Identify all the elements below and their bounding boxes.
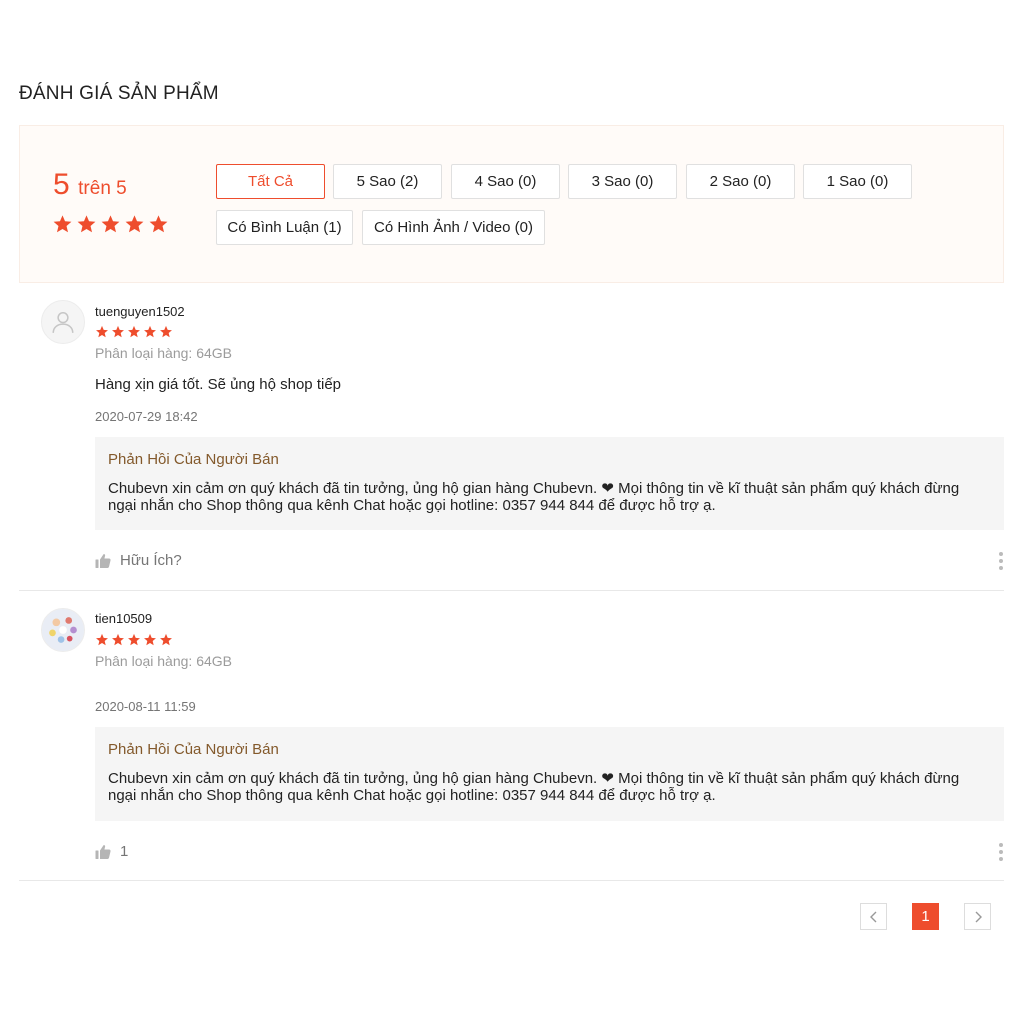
review-comment: Hàng xịn giá tốt. Sẽ ủng hộ shop tiếp xyxy=(95,376,342,393)
star-icon xyxy=(144,325,156,338)
user-avatar[interactable] xyxy=(41,608,85,652)
star-icon xyxy=(96,633,108,646)
star-icon xyxy=(101,215,120,233)
chevron-right-icon xyxy=(975,911,982,922)
more-options-icon[interactable] xyxy=(998,843,1004,861)
star-icon xyxy=(160,633,172,646)
thumbs-up-icon xyxy=(95,553,111,568)
user-placeholder-icon xyxy=(52,312,74,333)
user-avatar[interactable] xyxy=(41,300,85,344)
filter-5-star-button[interactable]: 5 Sao (2) xyxy=(333,164,442,199)
user-photo-icon xyxy=(42,609,84,651)
more-options-icon[interactable] xyxy=(998,552,1004,570)
review-stars xyxy=(95,325,173,339)
score-value: 5 xyxy=(53,168,70,201)
like-button[interactable]: 1 xyxy=(95,843,128,860)
filter-2-star-button[interactable]: 2 Sao (0) xyxy=(686,164,795,199)
star-icon xyxy=(128,633,140,646)
review-stars xyxy=(95,633,173,647)
rating-score: 5 trên 5 xyxy=(53,168,127,202)
seller-reply-title: Phản Hồi Của Người Bán xyxy=(108,451,279,468)
review-item: tuenguyen1502 Phân loại hàng: 64GB Hàng … xyxy=(19,283,1004,591)
rating-overview xyxy=(19,125,1004,283)
filter-4-star-button[interactable]: 4 Sao (0) xyxy=(451,164,560,199)
review-item: tien10509 Phân loại hàng: 64GB 2020-08-1… xyxy=(19,591,1004,881)
star-icon xyxy=(160,325,172,338)
star-icon xyxy=(112,325,124,338)
star-icon xyxy=(96,325,108,338)
seller-reply-body: Chubevn xin cảm ơn quý khách đã tin tưởn… xyxy=(108,770,960,804)
pagination-next-button[interactable] xyxy=(964,903,991,930)
review-variation: Phân loại hàng: 64GB xyxy=(95,653,232,669)
filter-1-star-button[interactable]: 1 Sao (0) xyxy=(803,164,912,199)
filter-with-media-button[interactable]: Có Hình Ảnh / Video (0) xyxy=(362,210,545,245)
review-timestamp: 2020-07-29 18:42 xyxy=(95,409,198,424)
star-icon xyxy=(53,215,72,233)
pagination-prev-button[interactable] xyxy=(860,903,887,930)
review-username: tien10509 xyxy=(95,611,153,626)
helpful-button[interactable]: Hữu Ích? xyxy=(95,552,182,569)
score-suffix: trên 5 xyxy=(78,178,127,199)
star-icon xyxy=(128,325,140,338)
chevron-left-icon xyxy=(869,911,876,922)
seller-reply-title: Phản Hồi Của Người Bán xyxy=(108,741,279,758)
review-variation: Phân loại hàng: 64GB xyxy=(95,345,232,361)
like-count: 1 xyxy=(120,843,129,860)
pagination-page-button[interactable]: 1 xyxy=(912,903,939,930)
overview-stars xyxy=(52,214,169,235)
seller-reply: Phản Hồi Của Người Bán Chubevn xin cảm ơ… xyxy=(95,437,1004,530)
filter-3-star-button[interactable]: 3 Sao (0) xyxy=(568,164,677,199)
helpful-label: Hữu Ích? xyxy=(120,552,182,569)
review-username: tuenguyen1502 xyxy=(95,304,185,319)
star-icon xyxy=(112,633,124,646)
review-timestamp: 2020-08-11 11:59 xyxy=(95,699,196,714)
star-icon xyxy=(149,215,168,233)
seller-reply-body: Chubevn xin cảm ơn quý khách đã tin tưởn… xyxy=(108,480,960,514)
section-title: ĐÁNH GIÁ SẢN PHẨM xyxy=(19,83,219,104)
seller-reply: Phản Hồi Của Người Bán Chubevn xin cảm ơ… xyxy=(95,727,1004,821)
thumbs-up-icon xyxy=(95,844,111,859)
star-icon xyxy=(77,215,96,233)
star-icon xyxy=(125,215,144,233)
filter-all-button[interactable]: Tất Cả xyxy=(216,164,325,199)
filter-with-comment-button[interactable]: Có Bình Luận (1) xyxy=(216,210,353,245)
star-icon xyxy=(144,633,156,646)
